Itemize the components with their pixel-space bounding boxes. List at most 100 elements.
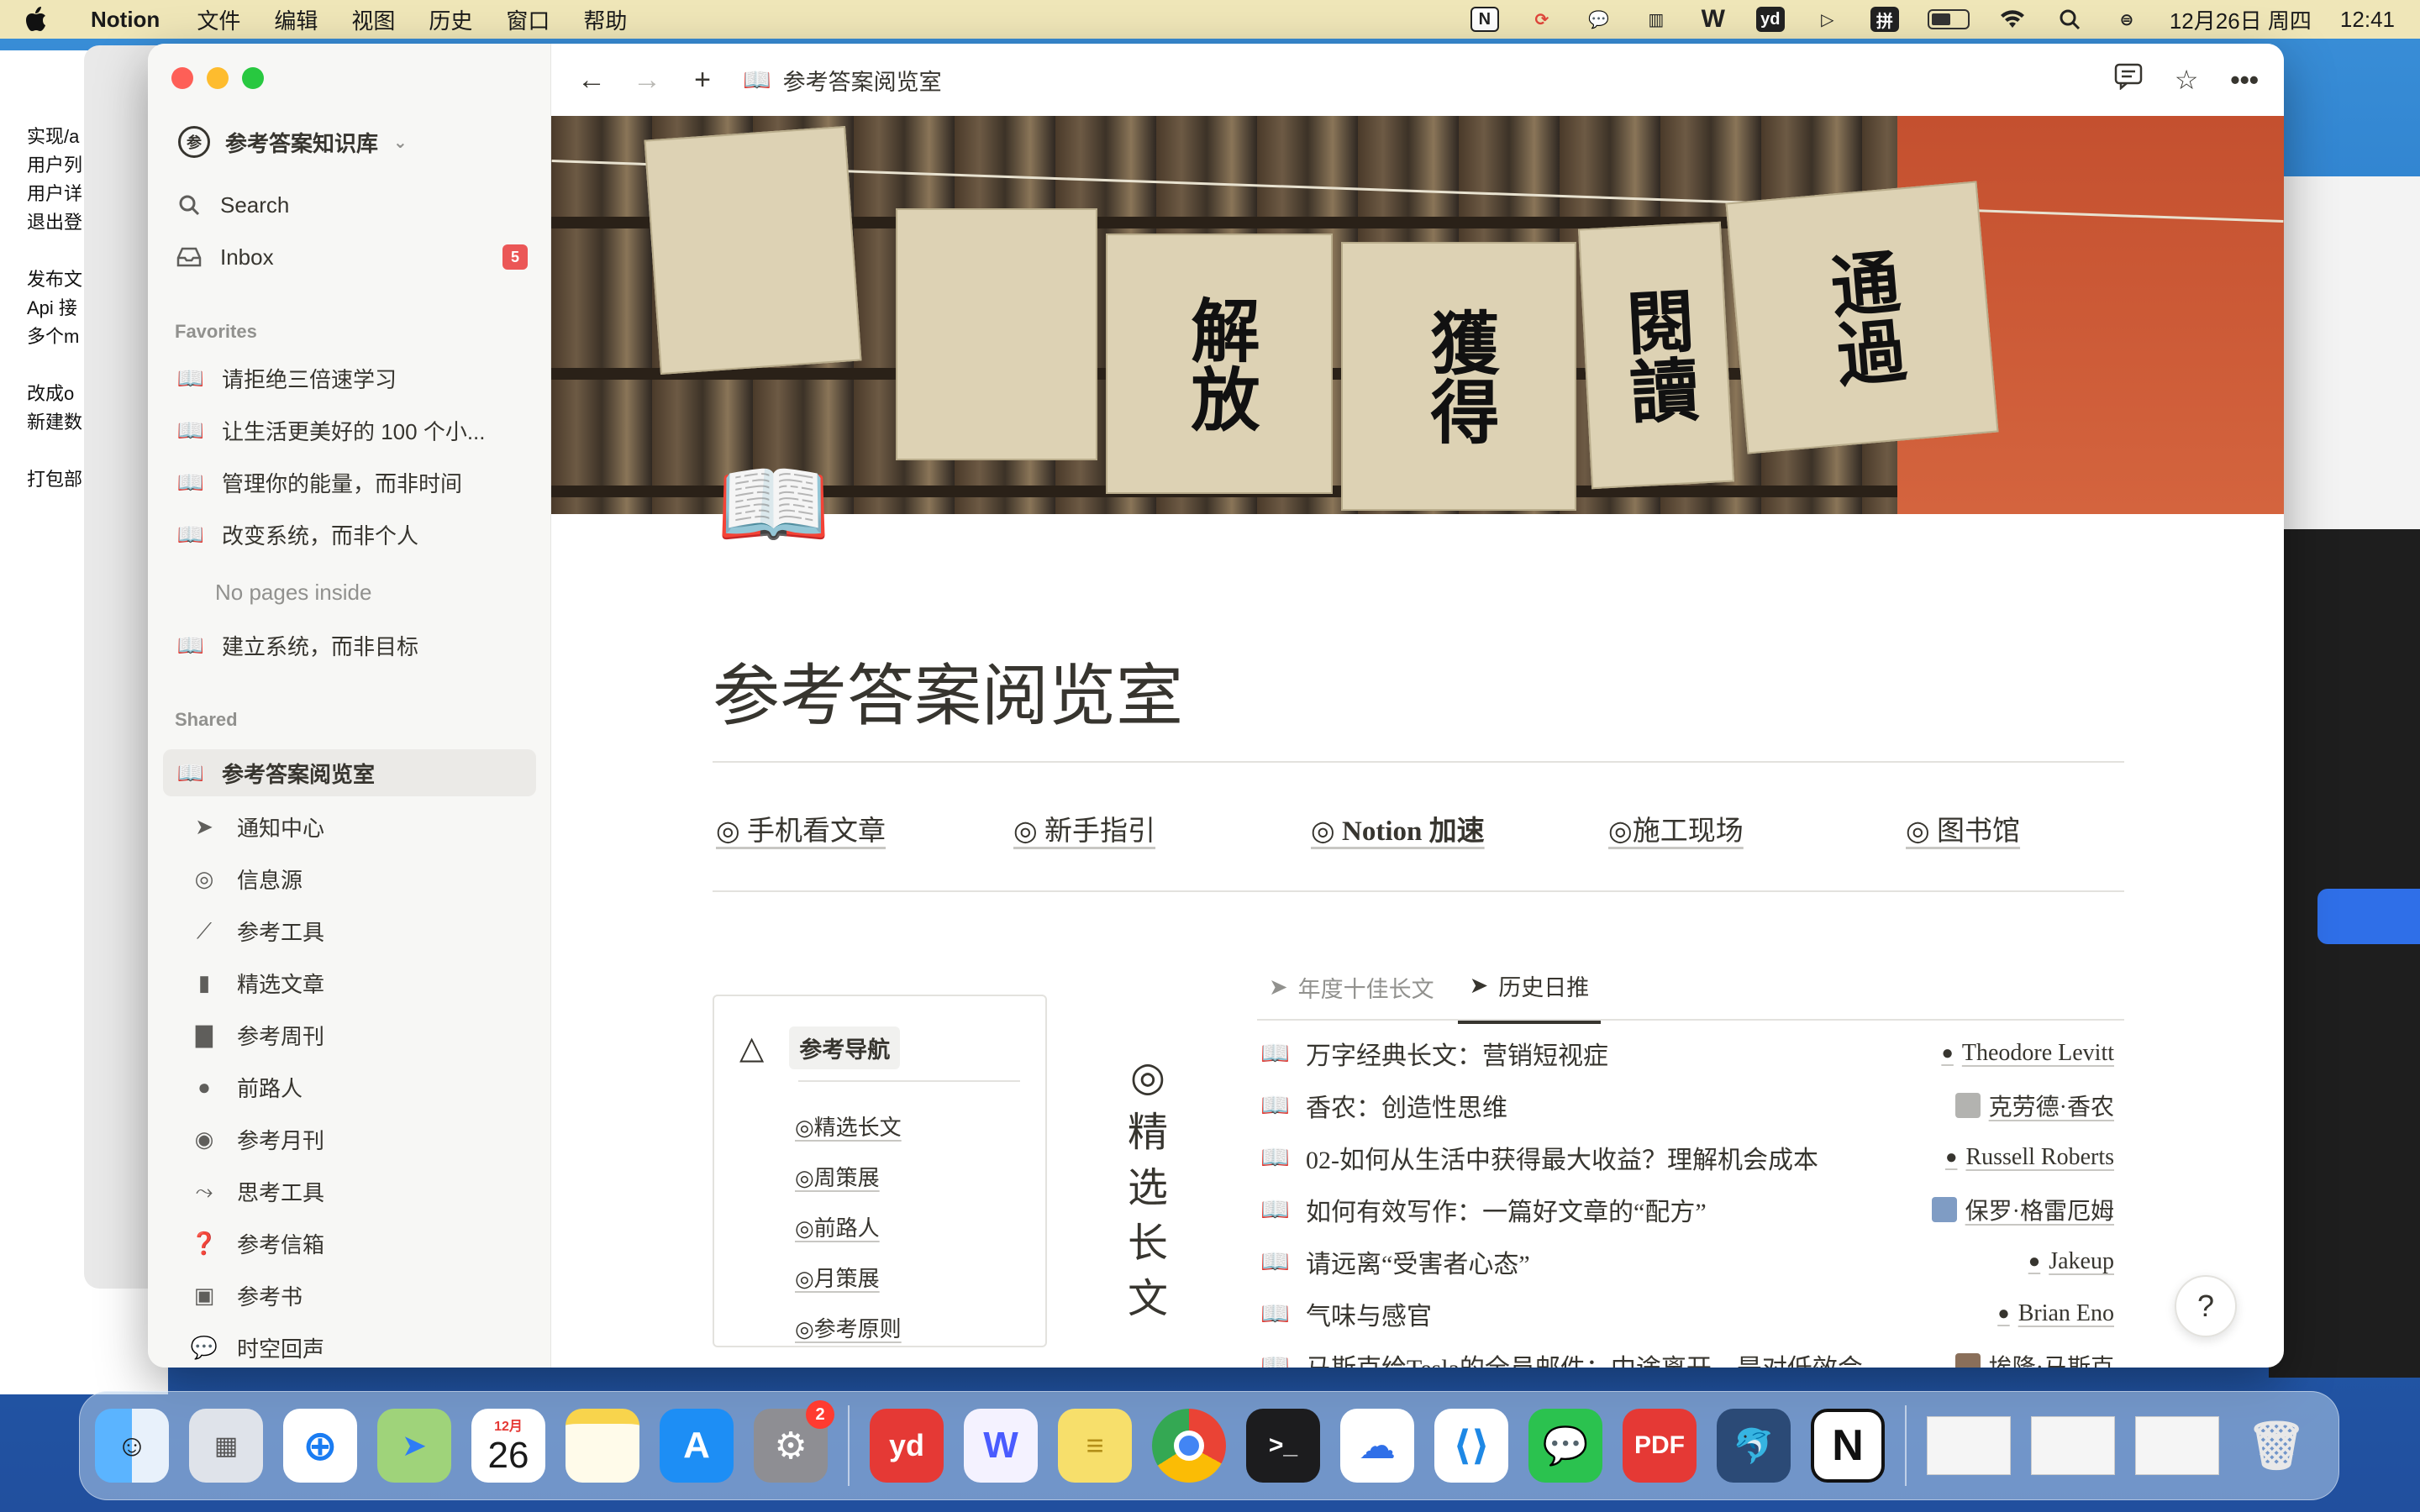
sidebar-item-pioneers[interactable]: ● 前路人 xyxy=(190,1072,302,1103)
sidebar-item-notification-center[interactable]: ➤ 通知中心 xyxy=(190,811,324,843)
mysql-workbench-app-icon[interactable]: 🐬 xyxy=(1717,1409,1791,1483)
article-author[interactable]: ● Brian Eno xyxy=(1997,1300,2114,1327)
app-store-icon[interactable]: A xyxy=(660,1409,734,1483)
sidebar-item-thinking-tools[interactable]: ⤳ 思考工具 xyxy=(190,1176,324,1207)
more-options-icon[interactable]: ••• xyxy=(2230,65,2259,96)
stickies-app-icon[interactable]: ≡ xyxy=(1058,1409,1132,1483)
article-author[interactable]: 埃隆·马斯克 xyxy=(1954,1349,2114,1368)
sidebar-shared-page-active[interactable]: 📖 参考答案阅览室 xyxy=(163,749,536,796)
calendar-app-icon[interactable]: 12月 26 xyxy=(471,1409,545,1483)
article-author[interactable]: ● Theodore Levitt xyxy=(1941,1040,2114,1067)
sync-icon[interactable]: ⟳ xyxy=(1528,7,1556,32)
menu-view[interactable]: 视图 xyxy=(351,4,395,35)
menu-help[interactable]: 帮助 xyxy=(583,4,627,35)
article-row[interactable]: 📖 气味与感官 ● Brian Eno xyxy=(1260,1295,2114,1332)
nav-link-principles[interactable]: ◎参考原则 xyxy=(795,1312,902,1343)
breadcrumb[interactable]: 📖 参考答案阅览室 xyxy=(743,64,942,97)
article-row[interactable]: 📖 香农：创造性思维 克劳德·香农 xyxy=(1260,1087,2114,1124)
battery-icon[interactable] xyxy=(1927,9,1970,29)
sidebar-favorite-item[interactable]: 📖 管理你的能量，而非时间 xyxy=(176,467,529,498)
workspace-switcher[interactable]: 参 参考答案知识库 ⌄ xyxy=(178,126,408,158)
article-author[interactable]: 保罗·格雷厄姆 xyxy=(1931,1193,2114,1226)
nav-link-weekly[interactable]: ◎周策展 xyxy=(795,1161,880,1192)
youdao-app-icon[interactable]: yd xyxy=(870,1409,944,1483)
new-page-plus-icon[interactable]: + xyxy=(687,64,718,97)
play-tray-icon[interactable]: ▷ xyxy=(1813,7,1842,32)
menu-app-name[interactable]: Notion xyxy=(91,7,160,33)
sidebar-favorite-item[interactable]: 📖 建立系统，而非目标 xyxy=(176,630,529,661)
maps-app-icon[interactable]: ➤ xyxy=(377,1409,451,1483)
sidebar-favorite-item[interactable]: 📖 改变系统，而非个人 xyxy=(176,519,529,550)
stats-tray-icon[interactable]: ▥ xyxy=(1642,7,1670,32)
wifi-icon[interactable] xyxy=(1998,7,2027,32)
zoom-window-button[interactable] xyxy=(242,67,264,89)
spotlight-search-icon[interactable] xyxy=(2055,7,2084,32)
trash-icon[interactable]: 🗑 xyxy=(2239,1409,2313,1483)
forward-arrow-icon[interactable]: → xyxy=(632,64,662,97)
sidebar-item-sources[interactable]: ◎ 信息源 xyxy=(190,864,302,895)
launchpad-app-icon[interactable]: ▦ xyxy=(189,1409,263,1483)
close-window-button[interactable] xyxy=(171,67,193,89)
sidebar-search[interactable]: Search xyxy=(175,183,528,227)
sidebar-item-articles[interactable]: ▮ 精选文章 xyxy=(190,968,324,999)
sidebar-item-books[interactable]: ▣ 参考书 xyxy=(190,1280,302,1311)
pdf-app-icon[interactable]: PDF xyxy=(1623,1409,1697,1483)
page-title[interactable]: 参考答案阅览室 xyxy=(713,642,1183,739)
sidebar-inbox[interactable]: Inbox 5 xyxy=(175,235,528,279)
menu-date[interactable]: 12月26日 周四 xyxy=(2170,4,2312,35)
wechat-app-icon[interactable]: 💬 xyxy=(1528,1409,1602,1483)
safari-app-icon[interactable]: ⊕ xyxy=(283,1409,357,1483)
apple-icon[interactable] xyxy=(25,5,50,34)
page-icon[interactable]: 📖 xyxy=(716,459,831,551)
finder-app-icon[interactable]: ☺ xyxy=(95,1409,169,1483)
article-row[interactable]: 📖 02-如何从生活中获得最大收益？理解机会成本 ● Russell Robert… xyxy=(1260,1139,2114,1176)
notion-app-icon[interactable]: N xyxy=(1811,1409,1885,1483)
article-row[interactable]: 📖 万字经典长文：营销短视症 ● Theodore Levitt xyxy=(1260,1035,2114,1072)
link-library[interactable]: ◎ 图书馆 xyxy=(1906,808,2020,848)
article-author[interactable]: ● Jakeup xyxy=(2028,1248,2114,1275)
article-author[interactable]: ● Russell Roberts xyxy=(1945,1144,2114,1171)
sidebar-favorite-item[interactable]: 📖 让生活更美好的 100 个小... xyxy=(176,415,529,446)
minimized-window-thumbnail[interactable] xyxy=(2135,1416,2219,1475)
comment-icon[interactable] xyxy=(2114,63,2143,97)
system-settings-icon[interactable]: ⚙ 2 xyxy=(754,1400,834,1483)
tab-history-daily[interactable]: ➤ 历史日推 xyxy=(1457,963,1602,1024)
w-app-icon[interactable]: W xyxy=(964,1409,1038,1483)
menu-window[interactable]: 窗口 xyxy=(506,4,550,35)
tab-annual-top-ten[interactable]: ➤ 年度十佳长文 xyxy=(1257,963,1446,1024)
notion-tray-icon[interactable]: N xyxy=(1470,7,1499,32)
nav-link-pioneers[interactable]: ◎前路人 xyxy=(795,1211,880,1242)
sidebar-item-echo[interactable]: 💬 时空回声 xyxy=(190,1332,324,1363)
menu-edit[interactable]: 编辑 xyxy=(274,4,318,35)
minimized-window-thumbnail[interactable] xyxy=(2031,1416,2115,1475)
sidebar-item-tools[interactable]: ⟋ 参考工具 xyxy=(190,916,324,947)
sidebar-favorite-item[interactable]: 📖 请拒绝三倍速学习 xyxy=(176,363,529,394)
sidebar-item-mailbox[interactable]: ❓ 参考信箱 xyxy=(190,1228,324,1259)
control-center-icon[interactable]: ⊜ xyxy=(2112,7,2141,32)
nav-link-monthly[interactable]: ◎月策展 xyxy=(795,1262,880,1293)
notes-app-icon[interactable] xyxy=(566,1409,639,1483)
cloud-sync-button[interactable] xyxy=(2317,889,2420,944)
wechat-tray-icon[interactable]: 💬 xyxy=(1585,7,1613,32)
link-mobile-reading[interactable]: ◎ 手机看文章 xyxy=(716,808,886,848)
sidebar-item-monthly[interactable]: ◉ 参考月刊 xyxy=(190,1124,324,1155)
youdao-tray-icon[interactable]: yd xyxy=(1755,7,1785,32)
nav-link-featured[interactable]: ◎精选长文 xyxy=(795,1110,902,1142)
chrome-app-icon[interactable] xyxy=(1152,1409,1226,1483)
vscode-app-icon[interactable]: ⟨⟩ xyxy=(1434,1409,1508,1483)
minimized-window-thumbnail[interactable] xyxy=(1927,1416,2011,1475)
article-author[interactable]: 克劳德·香农 xyxy=(1954,1089,2114,1122)
link-construction-site[interactable]: ◎施工现场 xyxy=(1608,808,1744,848)
link-notion-speedup[interactable]: ◎ Notion 加速 xyxy=(1311,808,1485,848)
help-button[interactable]: ? xyxy=(2175,1275,2237,1337)
input-method-icon[interactable]: 拼 xyxy=(1870,7,1899,32)
menu-file[interactable]: 文件 xyxy=(197,4,240,35)
minimize-window-button[interactable] xyxy=(207,67,229,89)
back-arrow-icon[interactable]: ← xyxy=(576,64,607,97)
article-row[interactable]: 📖 如何有效写作：一篇好文章的“配方” 保罗·格雷厄姆 xyxy=(1260,1191,2114,1228)
terminal-app-icon[interactable]: >_ xyxy=(1246,1409,1320,1483)
menu-time[interactable]: 12:41 xyxy=(2340,7,2395,33)
sidebar-item-weekly[interactable]: ▇ 参考周刊 xyxy=(190,1020,324,1051)
menu-history[interactable]: 历史 xyxy=(429,4,472,35)
star-icon[interactable]: ☆ xyxy=(2175,64,2199,96)
